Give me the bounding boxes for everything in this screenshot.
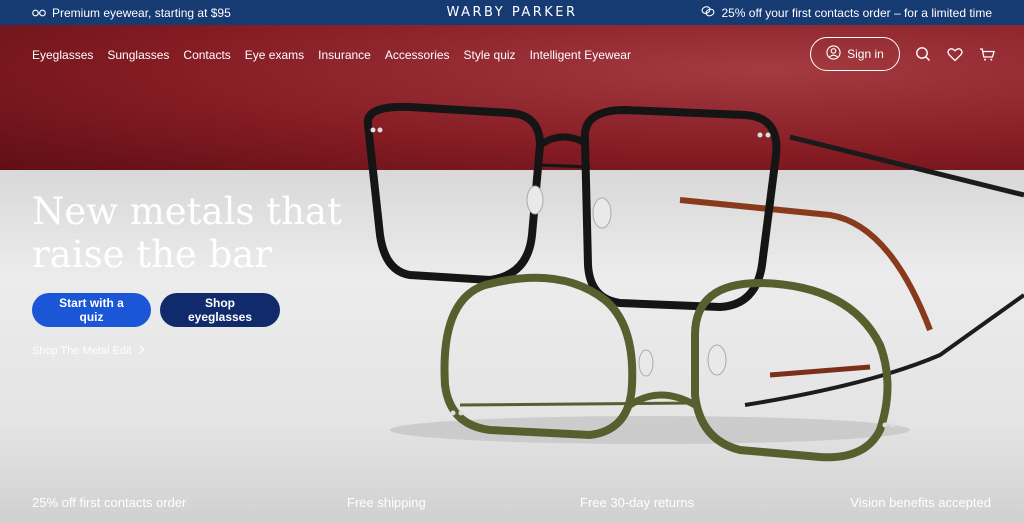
- heart-icon[interactable]: [946, 45, 964, 63]
- shop-metal-edit-link[interactable]: Shop The Metal Edit: [32, 345, 145, 357]
- benefit-vision-benefits: Vision benefits accepted: [850, 495, 991, 510]
- nav-item-sunglasses[interactable]: Sunglasses: [107, 48, 169, 62]
- promo-right-text: 25% off your first contacts order – for …: [721, 5, 992, 20]
- nav-item-eye-exams[interactable]: Eye exams: [245, 48, 304, 62]
- chevron-right-icon: [139, 345, 145, 357]
- promo-bar: Premium eyewear, starting at $95 WARBY P…: [0, 0, 1024, 25]
- sign-in-label: Sign in: [847, 47, 884, 61]
- nav-item-accessories[interactable]: Accessories: [385, 48, 450, 62]
- nav-item-insurance[interactable]: Insurance: [318, 48, 371, 62]
- cart-icon[interactable]: [978, 45, 996, 63]
- glasses-icon: [32, 6, 46, 20]
- brand-logo[interactable]: WARBY PARKER: [446, 5, 577, 20]
- nav-item-eyeglasses[interactable]: Eyeglasses: [32, 48, 93, 62]
- hero-section: Eyeglasses Sunglasses Contacts Eye exams…: [0, 25, 1024, 523]
- nav-item-intelligent-eyewear[interactable]: Intelligent Eyewear: [530, 48, 631, 62]
- promo-left[interactable]: Premium eyewear, starting at $95: [32, 0, 231, 25]
- hero-headline: New metals that raise the bar: [32, 190, 342, 276]
- contacts-icon: [701, 5, 715, 20]
- start-quiz-button[interactable]: Start with a quiz: [32, 293, 151, 327]
- benefit-contacts-discount: 25% off first contacts order: [32, 495, 187, 510]
- sign-in-button[interactable]: Sign in: [810, 37, 900, 71]
- benefits-bar: 25% off first contacts order Free shippi…: [0, 495, 1024, 523]
- promo-left-text: Premium eyewear, starting at $95: [52, 5, 231, 20]
- benefit-free-shipping: Free shipping: [347, 495, 426, 510]
- eyeglasses-image: [363, 102, 1024, 462]
- search-icon[interactable]: [914, 45, 932, 63]
- benefit-free-returns: Free 30-day returns: [580, 495, 695, 510]
- hero-cta-row: Start with a quiz Shop eyeglasses: [32, 293, 280, 327]
- nav-item-style-quiz[interactable]: Style quiz: [464, 48, 516, 62]
- shop-metal-edit-label: Shop The Metal Edit: [32, 345, 132, 357]
- user-icon: [826, 45, 841, 63]
- main-nav: Eyeglasses Sunglasses Contacts Eye exams…: [32, 48, 631, 62]
- shop-eyeglasses-button[interactable]: Shop eyeglasses: [160, 293, 280, 327]
- promo-right[interactable]: 25% off your first contacts order – for …: [701, 0, 992, 25]
- nav-actions: Sign in: [810, 37, 996, 71]
- nav-item-contacts[interactable]: Contacts: [183, 48, 230, 62]
